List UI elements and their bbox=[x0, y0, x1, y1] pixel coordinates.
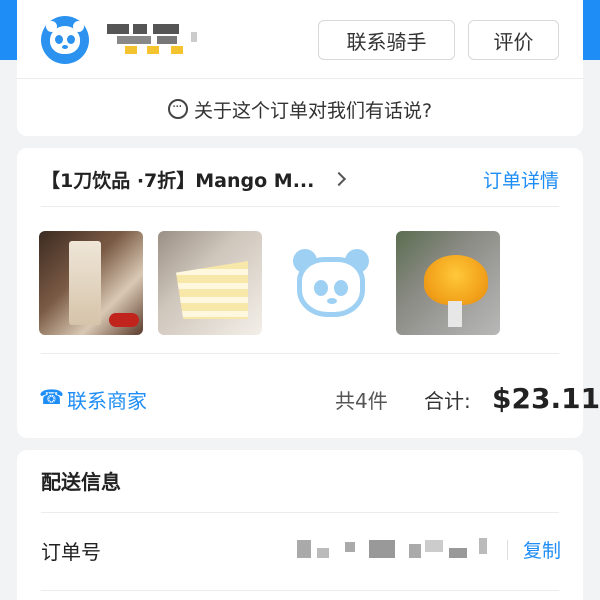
rider-card: 联系骑手 评价 关于这个订单对我们有话说? bbox=[17, 0, 583, 136]
review-button[interactable]: 评价 bbox=[468, 20, 559, 60]
panda-placeholder-icon[interactable] bbox=[291, 249, 371, 319]
chevron-right-icon bbox=[332, 171, 347, 187]
copy-order-number-button[interactable]: 复制 bbox=[523, 536, 561, 563]
divider bbox=[41, 590, 559, 591]
rider-name-redacted bbox=[107, 24, 197, 58]
section-title: 配送信息 bbox=[41, 470, 121, 494]
contact-merchant-link[interactable]: 联系商家 bbox=[67, 385, 147, 414]
feedback-link[interactable]: 关于这个订单对我们有话说? bbox=[17, 94, 583, 124]
total-label: 合计: bbox=[424, 388, 471, 413]
order-items-thumbnails[interactable] bbox=[39, 231, 559, 335]
order-details-link[interactable]: 订单详情 bbox=[483, 166, 559, 193]
divider bbox=[507, 540, 508, 560]
crepe-cake-photo[interactable] bbox=[158, 231, 262, 335]
divider bbox=[17, 78, 583, 79]
feedback-text: 关于这个订单对我们有话说? bbox=[193, 99, 433, 122]
order-number-label: 订单号 bbox=[41, 540, 101, 564]
phone-icon bbox=[39, 385, 64, 409]
divider bbox=[41, 206, 559, 207]
order-number-redacted bbox=[279, 538, 489, 560]
mango-dessert-photo[interactable] bbox=[396, 231, 500, 335]
item-count: 共4件 bbox=[335, 388, 388, 413]
divider bbox=[41, 353, 559, 354]
order-summary-row: 联系商家 共4件 合计: $23.11 bbox=[39, 378, 600, 420]
divider bbox=[41, 512, 559, 513]
order-card: 【1刀饮品 ·7折】Mango M... 订单详情 联系商家 共4件 合计: $… bbox=[17, 148, 600, 438]
total-value: $23.11 bbox=[492, 382, 600, 415]
milk-tea-photo[interactable] bbox=[39, 231, 143, 335]
chat-bubble-icon bbox=[167, 96, 188, 119]
contact-rider-button[interactable]: 联系骑手 bbox=[318, 20, 455, 60]
delivery-info-card: 配送信息 订单号 复制 bbox=[17, 450, 583, 600]
panda-logo-icon bbox=[41, 16, 89, 64]
shop-name[interactable]: 【1刀饮品 ·7折】Mango M... bbox=[41, 166, 314, 193]
shop-row[interactable]: 【1刀饮品 ·7折】Mango M... 订单详情 bbox=[41, 164, 559, 194]
